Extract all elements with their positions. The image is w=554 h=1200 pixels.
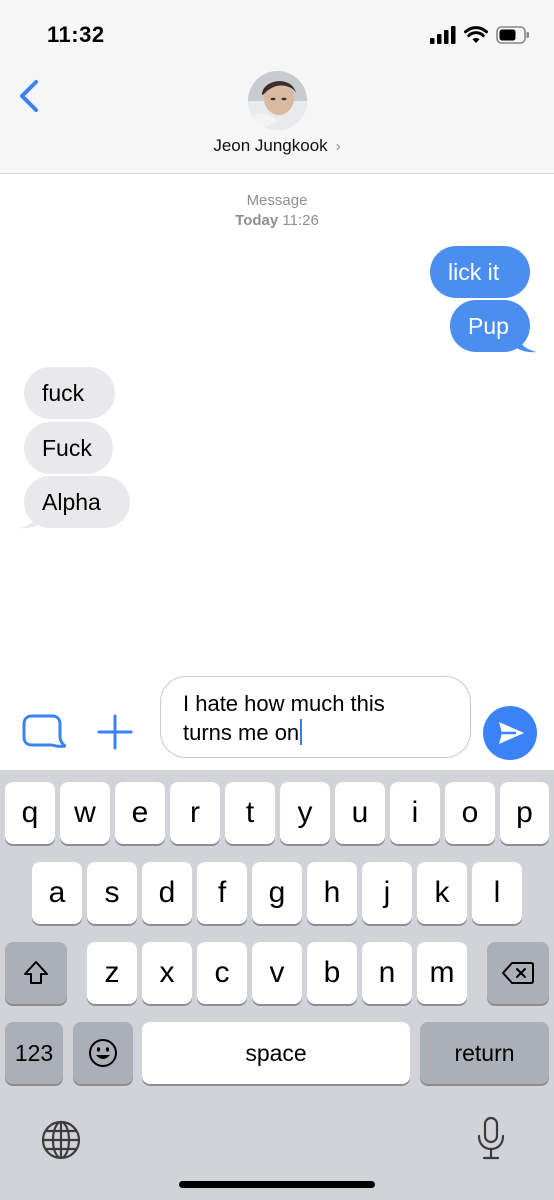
key-o[interactable]: o [445, 782, 495, 844]
status-time: 11:32 [47, 22, 105, 47]
key-j[interactable]: j [362, 862, 412, 924]
status-icons [430, 22, 530, 48]
emoji-icon [89, 1039, 117, 1067]
wifi-icon [464, 26, 488, 43]
key-t[interactable]: t [225, 782, 275, 844]
add-attachment-button[interactable] [96, 713, 134, 751]
shift-key[interactable] [5, 942, 67, 1004]
app-store-icon [22, 714, 67, 748]
conversation-timestamp: Message Today 11:26 [0, 191, 554, 231]
send-button[interactable] [483, 706, 537, 760]
message-input[interactable]: I hate how much this turns me on [160, 676, 471, 758]
contact-photo [248, 71, 307, 130]
contact-name-button[interactable]: Jeon Jungkook › [0, 136, 554, 156]
numbers-key[interactable]: 123 [5, 1022, 63, 1084]
key-p[interactable]: p [500, 782, 549, 844]
key-x[interactable]: x [142, 942, 192, 1004]
key-n[interactable]: n [362, 942, 412, 1004]
text-caret [300, 719, 303, 745]
contact-name: Jeon Jungkook [213, 136, 328, 155]
keyboard: q w e r t y u i o p a s d f g h j k l z … [0, 770, 554, 1200]
service-label: Message [246, 192, 308, 209]
message-input-line: turns me on [183, 718, 448, 747]
key-d[interactable]: d [142, 862, 192, 924]
emoji-key[interactable] [73, 1022, 133, 1084]
return-key[interactable]: return [420, 1022, 549, 1084]
key-m[interactable]: m [417, 942, 467, 1004]
key-s[interactable]: s [87, 862, 137, 924]
key-g[interactable]: g [252, 862, 302, 924]
received-bubble-tail [19, 510, 41, 529]
cellular-signal-icon [430, 26, 456, 44]
key-k[interactable]: k [417, 862, 467, 924]
conversation-header: Jeon Jungkook › [0, 62, 554, 174]
back-button[interactable] [14, 76, 48, 116]
key-u[interactable]: u [335, 782, 385, 844]
key-w[interactable]: w [60, 782, 110, 844]
dictation-button[interactable] [474, 1116, 508, 1162]
key-i[interactable]: i [390, 782, 440, 844]
received-message-bubble[interactable]: fuck [24, 367, 115, 419]
shift-icon [24, 961, 48, 984]
key-c[interactable]: c [197, 942, 247, 1004]
sent-message-bubble[interactable]: lick it [430, 246, 530, 298]
chevron-right-icon: › [335, 138, 341, 155]
day-label: Today [235, 212, 279, 229]
message-input-text: turns me on [183, 720, 300, 745]
key-z[interactable]: z [87, 942, 137, 1004]
key-r[interactable]: r [170, 782, 220, 844]
space-key[interactable]: space [142, 1022, 410, 1084]
key-q[interactable]: q [5, 782, 55, 844]
key-f[interactable]: f [197, 862, 247, 924]
key-y[interactable]: y [280, 782, 330, 844]
backspace-icon [502, 962, 534, 984]
microphone-icon [477, 1116, 505, 1160]
date-time-label: Today 11:26 [0, 211, 554, 231]
key-b[interactable]: b [307, 942, 357, 1004]
key-e[interactable]: e [115, 782, 165, 844]
status-bar: 11:32 [0, 0, 554, 62]
avatar[interactable] [248, 71, 307, 130]
arrow-up-icon [499, 722, 524, 744]
battery-icon [496, 26, 529, 44]
time-label: 11:26 [282, 212, 319, 229]
plus-icon [97, 714, 133, 750]
home-indicator[interactable] [179, 1181, 375, 1188]
key-v[interactable]: v [252, 942, 302, 1004]
delete-key[interactable] [487, 942, 549, 1004]
key-h[interactable]: h [307, 862, 357, 924]
chevron-left-icon [20, 80, 38, 112]
message-input-line: I hate how much this [183, 691, 385, 716]
globe-button[interactable] [39, 1118, 83, 1162]
globe-icon [41, 1120, 81, 1160]
received-message-bubble[interactable]: Fuck [24, 422, 113, 474]
key-a[interactable]: a [32, 862, 82, 924]
sent-bubble-tail [515, 334, 537, 353]
key-l[interactable]: l [472, 862, 522, 924]
app-store-button[interactable] [22, 713, 67, 753]
